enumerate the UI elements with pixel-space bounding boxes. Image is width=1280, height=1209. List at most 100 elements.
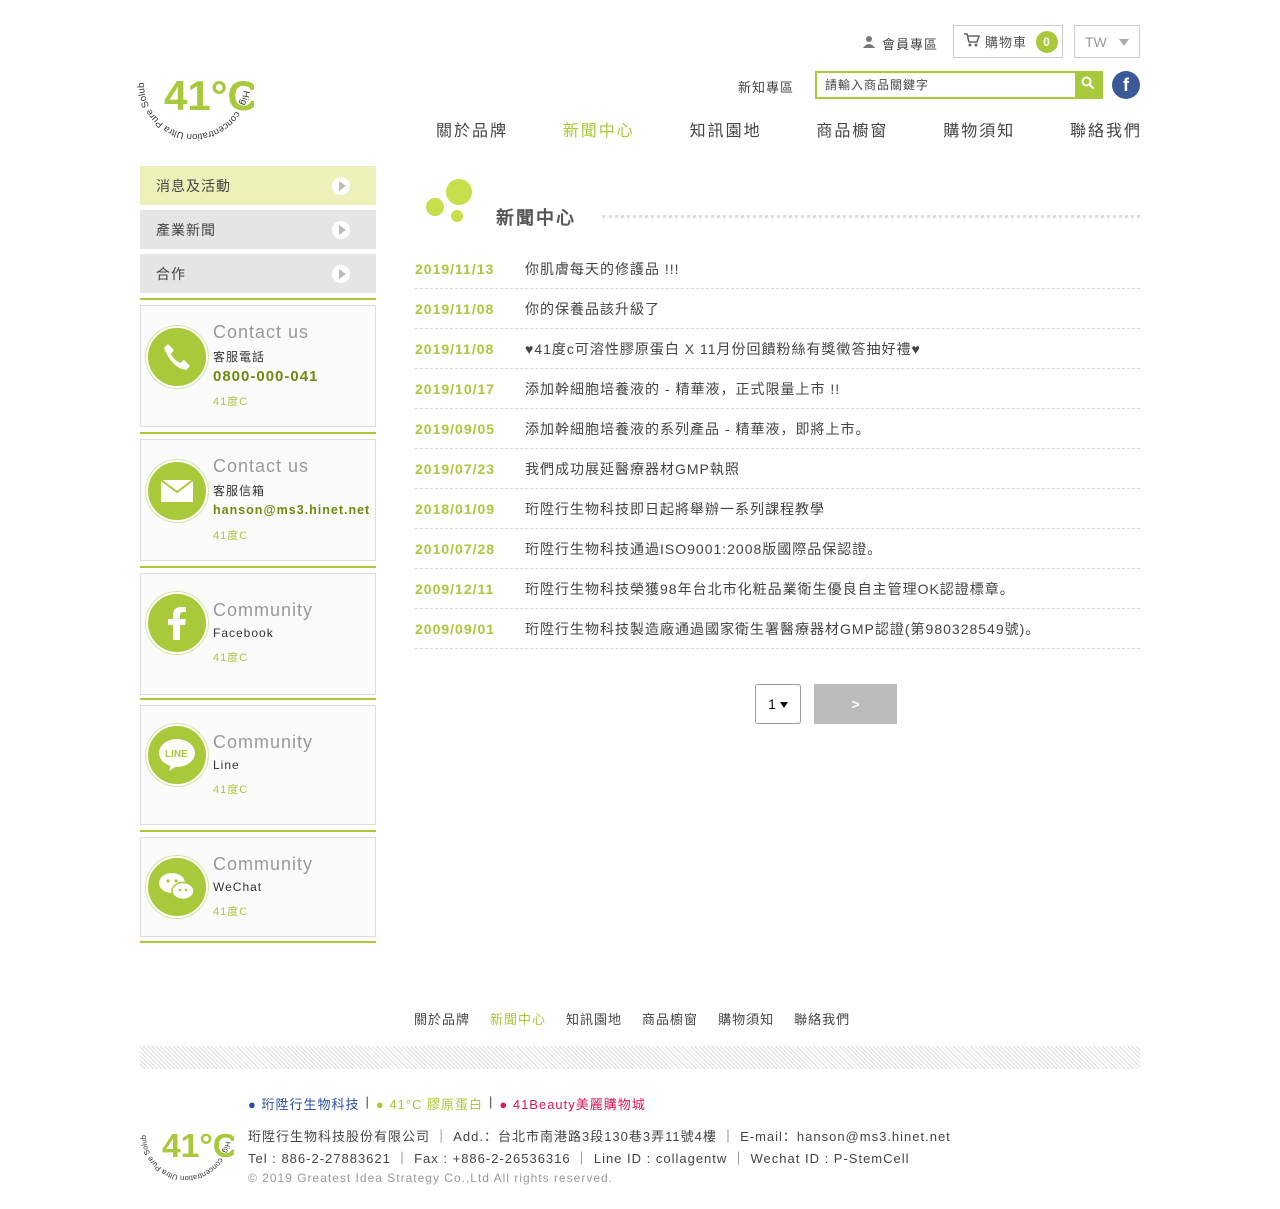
separator: | [488,1094,494,1109]
news-title[interactable]: 珩陞行生物科技製造廠通過國家衛生署醫療器材GMP認證(第980328549號)。 [525,619,1040,639]
nav-knowledge[interactable]: 知訊園地 [690,117,762,141]
community-wechat-box[interactable]: Community WeChat 41度C [140,830,376,937]
community-facebook-box[interactable]: Community Facebook 41度C [140,566,376,695]
play-arrow-icon [332,176,350,195]
page-title: 新聞中心 [496,208,576,228]
news-row[interactable]: 2019/11/08 ♥41度c可溶性膠原蛋白 X 11月份回饋粉絲有獎徵答抽好禮… [415,329,1140,369]
mail-icon [146,460,208,522]
box-title: Contact us [213,456,310,476]
news-row[interactable]: 2019/11/08 你的保養品該升級了 [415,289,1140,329]
nav-news[interactable]: 新聞中心 [563,117,635,141]
brand-logo[interactable]: High concentration Ultra Pure Soluble Co… [131,16,258,144]
footer-nav-products[interactable]: 商品櫥窗 [642,1009,698,1028]
news-row[interactable]: 2018/01/09 珩陞行生物科技即日起將舉辦一系列課程教學 [415,489,1140,529]
news-title[interactable]: 珩陞行生物科技榮獲98年台北市化粧品業衛生優良自主管理OK認證標章。 [525,579,1015,599]
member-area-link[interactable]: 會員專區 [862,34,938,53]
box-brand: 41度C [213,784,249,796]
search-box [815,71,1103,99]
box-subtitle: 客服電話 [213,350,266,364]
news-title[interactable]: 珩陞行生物科技即日起將舉辦一系列課程教學 [525,499,825,519]
box-brand: 41度C [213,530,249,542]
footer-nav-brand[interactable]: 關於品牌 [414,1009,470,1028]
footer-link-collagen[interactable]: ● 41°C 膠原蛋白 [376,1094,483,1113]
cart-count-badge: 0 [1036,30,1059,53]
box-subtitle: Facebook [213,626,274,640]
nav-contact[interactable]: 聯絡我們 [1070,117,1142,141]
box-brand: 41度C [213,906,249,918]
news-title[interactable]: 添加幹細胞培養液的系列產品 - 精華液，即將上市。 [525,419,870,439]
cart-button[interactable]: 購物車 0 [953,25,1063,58]
news-row[interactable]: 2009/12/11 珩陞行生物科技榮獲98年台北市化粧品業衛生優良自主管理OK認… [415,569,1140,609]
news-title[interactable]: ♥41度c可溶性膠原蛋白 X 11月份回饋粉絲有獎徵答抽好禮♥ [525,339,921,359]
sidebar-item-industry-news[interactable]: 產業新聞 [140,210,376,249]
sidebar-item-cooperation[interactable]: 合作 [140,254,376,293]
news-title[interactable]: 你肌膚每天的修護品 !!! [525,259,680,279]
search-input[interactable] [817,73,1075,97]
footer-nav-news[interactable]: 新聞中心 [490,1009,546,1028]
footer-nav-shopping-info[interactable]: 購物須知 [718,1009,774,1028]
member-label: 會員專區 [882,37,939,52]
logo-mark: 41°C [164,72,254,119]
news-row[interactable]: 2019/07/23 我們成功展延醫療器材GMP執照 [415,449,1140,489]
facebook-icon[interactable]: f [1112,71,1140,99]
green-dots-icon [426,177,476,223]
footer-nav: 關於品牌 新聞中心 知訊園地 商品櫥窗 購物須知 聯絡我們 [414,1009,850,1028]
news-title[interactable]: 添加幹細胞培養液的 - 精華液，正式限量上市 !! [525,379,840,399]
search-icon [1081,76,1095,95]
footer-links: ● 珩陞行生物科技 | ● 41°C 膠原蛋白 | ● 41Beauty美麗購物… [248,1094,646,1113]
caret-down-icon [779,696,788,712]
footer-contact: Tel : 886-2-27883621 ｜ Fax : +886-2-2653… [248,1151,910,1166]
footer-link-shop[interactable]: ● 41Beauty美麗購物城 [499,1094,645,1113]
email-address[interactable]: hanson@ms3.hinet.net [213,503,370,517]
play-arrow-icon [332,220,350,239]
language-select[interactable]: TW [1074,25,1140,58]
box-subtitle: 客服信箱 [213,484,266,498]
contact-phone-box[interactable]: Contact us 客服電話 0800-000-041 41度C [140,298,376,427]
news-date: 2018/01/09 [415,500,496,517]
box-title: Community [213,732,314,752]
cart-icon [964,33,981,50]
title-divider [602,215,1140,218]
sidebar-item-events[interactable]: 消息及活動 [140,166,376,205]
news-row[interactable]: 2019/09/05 添加幹細胞培養液的系列產品 - 精華液，即將上市。 [415,409,1140,449]
line-icon: LINE [146,724,208,786]
box-title: Community [213,600,314,620]
news-date: 2019/11/13 [415,260,495,277]
news-row[interactable]: 2009/09/01 珩陞行生物科技製造廠通過國家衛生署醫療器材GMP認證(第98… [415,609,1140,649]
news-zone-link[interactable]: 新知專區 [738,77,794,96]
news-row[interactable]: 2019/10/17 添加幹細胞培養液的 - 精華液，正式限量上市 !! [415,369,1140,409]
page-select[interactable]: 1 [755,684,801,724]
wechat-icon [146,856,208,918]
sidebar-item-label: 消息及活動 [156,177,231,194]
copyright: © 2019 Greatest Idea Strategy Co.,Ltd Al… [248,1171,614,1185]
contact-email-box[interactable]: Contact us 客服信箱 hanson@ms3.hinet.net 41度… [140,432,376,561]
news-date: 2019/09/05 [415,420,496,437]
news-date: 2009/09/01 [415,620,496,637]
news-title[interactable]: 我們成功展延醫療器材GMP執照 [525,459,740,479]
footer-nav-contact[interactable]: 聯絡我們 [794,1009,850,1028]
box-title: Contact us [213,322,310,342]
nav-products[interactable]: 商品櫥窗 [816,117,888,141]
logo-mark: 41°C [162,1128,234,1165]
news-date: 2019/11/08 [415,340,495,357]
nav-shopping-info[interactable]: 購物須知 [943,117,1015,141]
next-page-button[interactable]: > [814,684,897,724]
news-title[interactable]: 珩陞行生物科技通過ISO9001:2008版國際品保認證。 [525,539,882,559]
footer-nav-knowledge[interactable]: 知訊園地 [566,1009,622,1028]
search-button[interactable] [1075,73,1101,97]
nav-brand[interactable]: 關於品牌 [436,117,508,141]
footer-address: 珩陞行生物科技股份有限公司 ｜ Add.：台北市南港路3段130巷3弄11號4樓… [248,1129,951,1144]
footer-link-company[interactable]: ● 珩陞行生物科技 [248,1094,359,1113]
separator: | [365,1094,370,1109]
sidebar-bottom-rule [140,941,376,943]
svg-text:LINE: LINE [165,749,188,760]
news-row[interactable]: 2010/07/28 珩陞行生物科技通過ISO9001:2008版國際品保認證。 [415,529,1140,569]
news-row[interactable]: 2019/11/13 你肌膚每天的修護品 !!! [415,249,1140,289]
footer-logo[interactable]: High concentration Ultra Pure Soluble Co… [135,1081,237,1184]
main-nav: 關於品牌 新聞中心 知訊園地 商品櫥窗 購物須知 聯絡我們 [436,117,1142,141]
community-line-box[interactable]: LINE Community Line 41度C [140,698,376,825]
news-title[interactable]: 你的保養品該升級了 [525,299,660,319]
box-subtitle: Line [213,758,240,772]
user-icon [862,35,876,52]
news-date: 2019/10/17 [415,380,496,397]
